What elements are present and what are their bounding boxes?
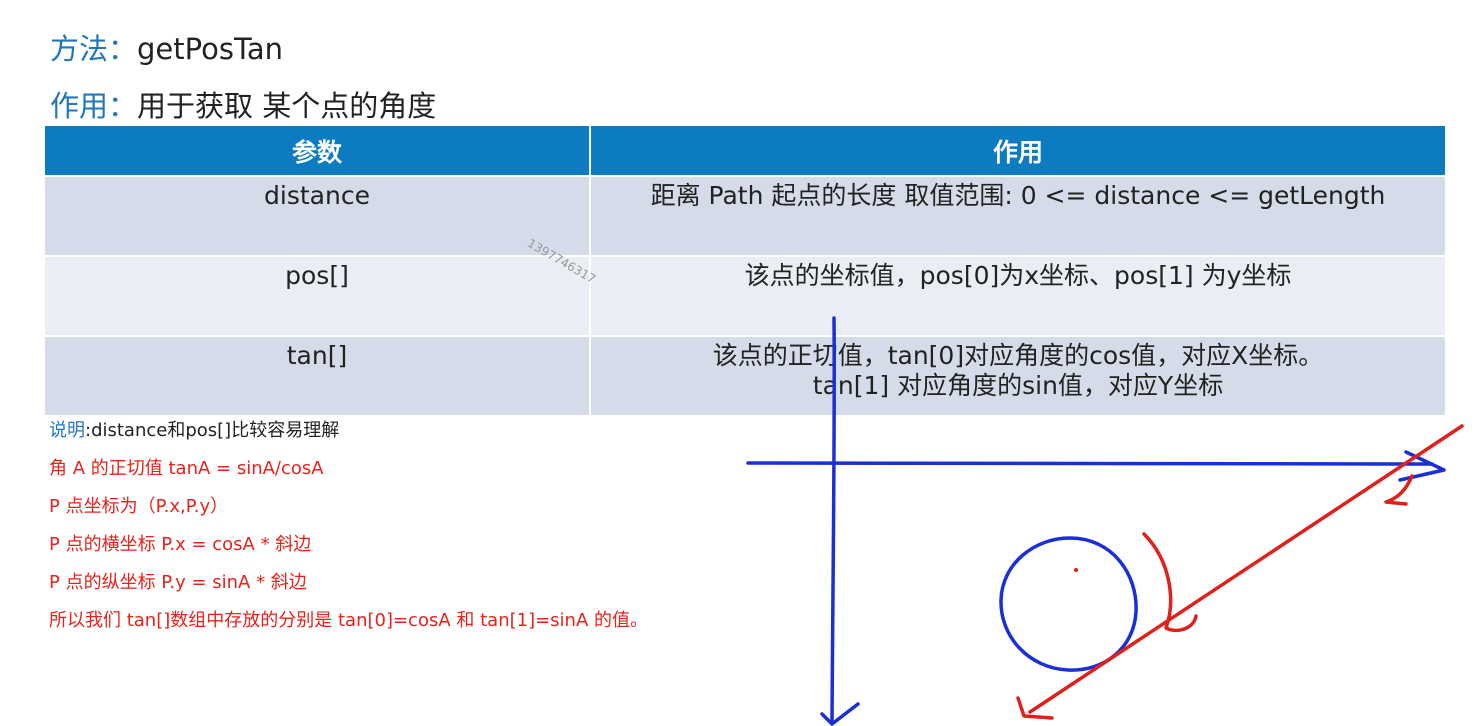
- y-axis-stroke: [830, 316, 837, 724]
- circle-center-dot: [1074, 568, 1078, 572]
- y-axis-arrowhead: [820, 702, 860, 726]
- x-axis-arrowhead: [1398, 450, 1446, 482]
- tangent-line-stroke: [1028, 424, 1464, 714]
- hand-drawn-annotation: [746, 316, 1464, 726]
- angle-arc-stroke: [1142, 532, 1198, 633]
- circle-stroke: [999, 536, 1138, 672]
- x-axis-stroke: [746, 461, 1434, 466]
